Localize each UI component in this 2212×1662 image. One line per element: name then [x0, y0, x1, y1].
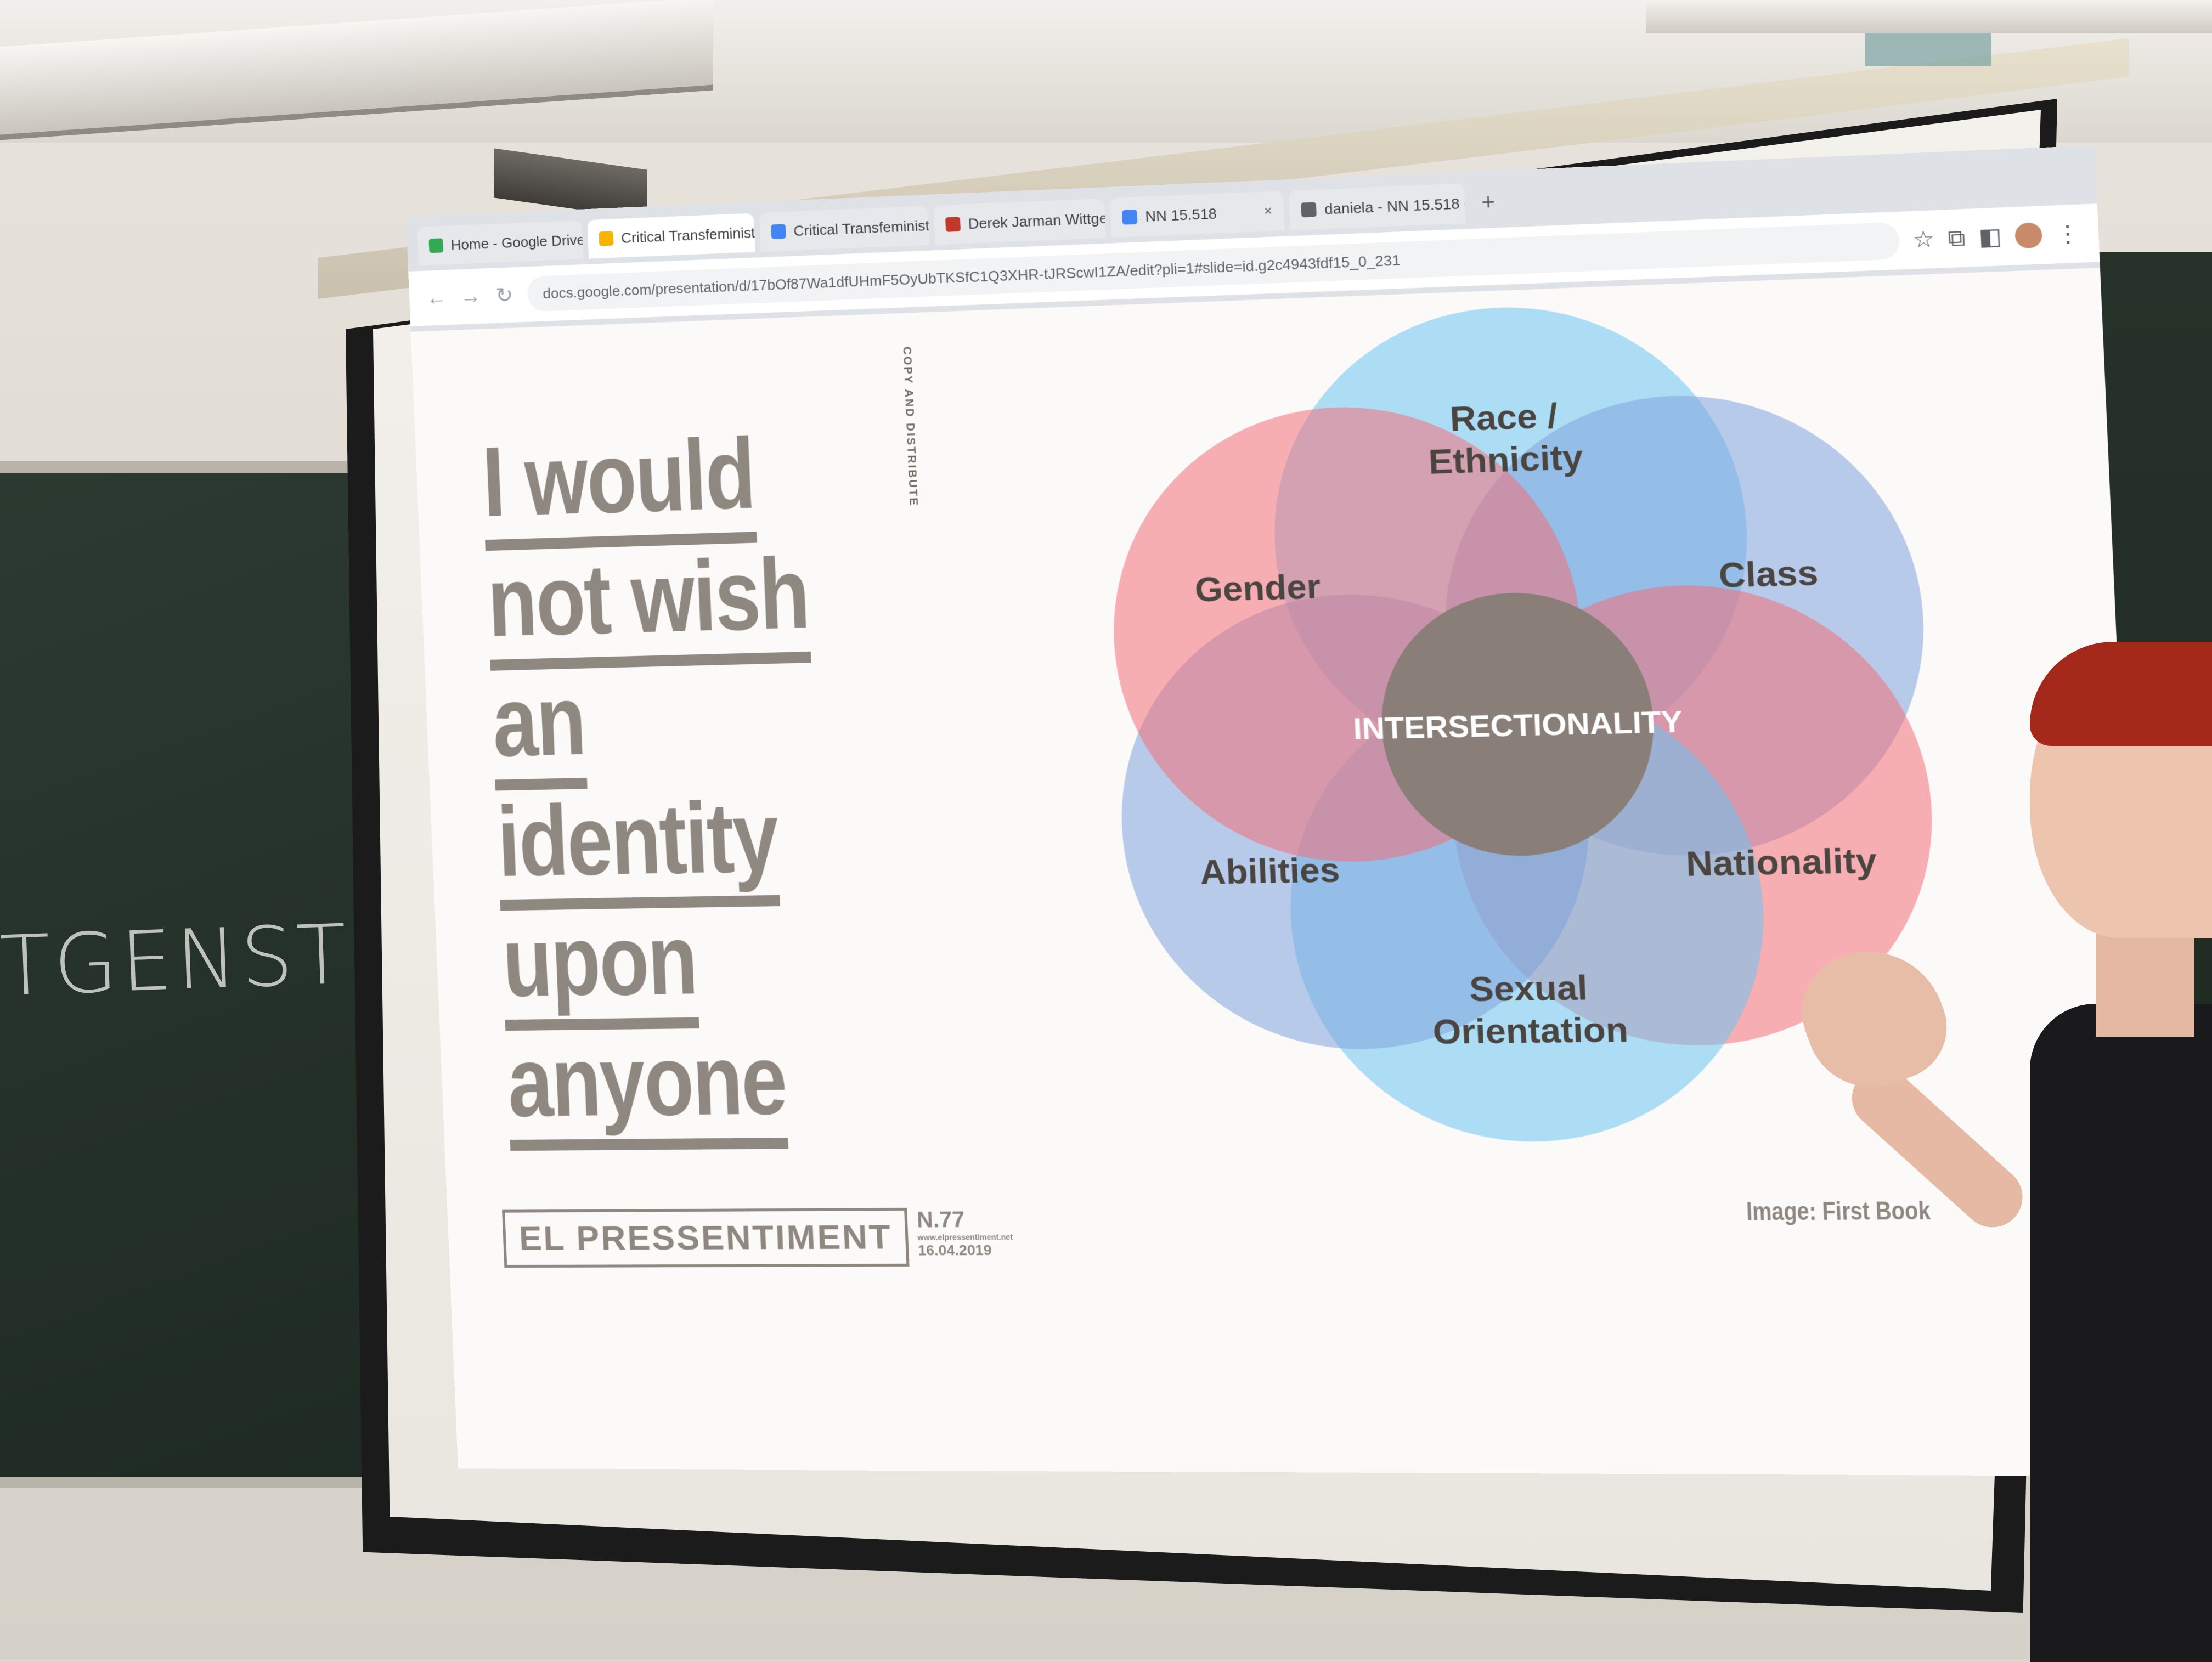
arrow-right-icon[interactable]: → [459, 284, 482, 309]
venn-center-label: INTERSECTIONALITY [1352, 704, 1683, 746]
venn-label: Nationality [1685, 841, 1878, 884]
tab-favicon-icon [599, 231, 614, 246]
star-icon[interactable]: ☆ [1912, 226, 1935, 253]
logo-meta: N.77 www.elpressentiment.net 16.04.2019 [916, 1207, 1014, 1259]
tab-label: Derek Jarman Wittgenstein | [968, 207, 1106, 232]
browser-tab[interactable]: Derek Jarman Wittgenstein |× [933, 198, 1106, 245]
tab-favicon-icon [1122, 209, 1138, 225]
kebab-menu-icon[interactable]: ⋮ [2055, 220, 2081, 248]
browser-tab[interactable]: daniela - NN 15.518 - Page 1× [1289, 183, 1466, 230]
new-tab-button[interactable]: + [1470, 182, 1507, 223]
logo-issue: N.77 [916, 1207, 966, 1233]
tab-favicon-icon [771, 224, 786, 239]
presenter-body [2030, 1004, 2212, 1662]
venn-label: Abilities [1199, 850, 1341, 892]
headline-line-1: I would [480, 417, 757, 551]
vertical-note: COPY AND DISTRIBUTE [900, 346, 920, 507]
ceiling-light-right [1646, 0, 2212, 33]
reload-icon[interactable]: ↻ [493, 282, 516, 308]
projected-browser-window: Home - Google Drive×Critical Transfemini… [406, 145, 2166, 1477]
tab-favicon-icon [1301, 202, 1317, 218]
tab-label: daniela - NN 15.518 - Page 1 [1324, 192, 1466, 218]
logo-name: EL PRESSENTIMENT [502, 1207, 910, 1268]
avatar-icon[interactable] [2015, 222, 2043, 249]
tab-label: Home - Google Drive [450, 231, 584, 253]
tab-label: Critical Transfeminist Design [620, 222, 755, 246]
logo-url: www.elpressentiment.net [917, 1232, 1013, 1242]
screen-housing-label [1865, 33, 1991, 66]
tab-favicon-icon [945, 217, 961, 232]
image-credit: Image: First Book [1746, 1196, 1931, 1226]
browser-tab[interactable]: Home - Google Drive× [417, 220, 584, 266]
extension-icon[interactable]: ⧉ [1947, 225, 1966, 252]
el-pressentiment-logo: EL PRESSENTIMENT N.77 www.elpressentimen… [502, 1207, 1014, 1268]
headline-line-4: anyone [505, 1024, 789, 1151]
arrow-left-icon[interactable]: ← [425, 286, 448, 310]
headline-line-3: identity upon [495, 781, 780, 1031]
slide-headline: I would not wish an identity upon anyone [480, 409, 921, 1151]
browser-tab[interactable]: Critical Transfeminist Design× [587, 213, 755, 259]
tab-label: Critical Transfeminist Design [793, 214, 930, 239]
browser-tab[interactable]: Critical Transfeminist Design× [759, 206, 930, 252]
tab-label: NN 15.518 [1144, 205, 1217, 225]
presenter-person [1785, 631, 2212, 1662]
logo-date: 16.04.2019 [917, 1241, 992, 1259]
tab-favicon-icon [428, 238, 444, 253]
tab-close-icon[interactable]: × [1263, 203, 1272, 219]
browser-tab[interactable]: NN 15.518 × [1110, 191, 1285, 238]
venn-label: Class [1718, 553, 1819, 596]
venn-label: Gender [1194, 567, 1321, 609]
presenter-hair [2030, 642, 2212, 746]
presentation-slide: I would not wish an identity upon anyone… [410, 268, 2154, 1477]
sidebar-icon[interactable]: ◧ [1978, 223, 2002, 251]
headline-line-2: not wish an [485, 537, 811, 791]
